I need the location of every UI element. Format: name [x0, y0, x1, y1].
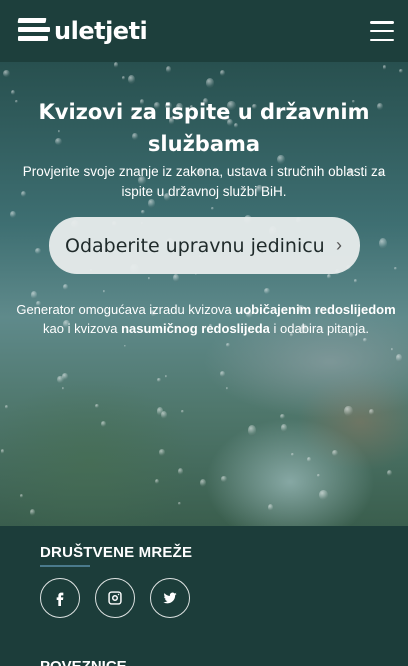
- hamburger-menu-icon[interactable]: [370, 21, 394, 41]
- instagram-icon[interactable]: [95, 578, 135, 618]
- social-links: [40, 578, 190, 618]
- note-text-1: Generator omogućava izradu kvizova: [16, 302, 236, 317]
- hero-title: Kvizovi za ispite u državnim službama: [38, 100, 370, 156]
- top-navbar: uletjeti: [0, 0, 408, 62]
- facebook-icon[interactable]: [40, 578, 80, 618]
- select-administrative-unit-button[interactable]: Odaberite upravnu jedinicu ›: [49, 217, 360, 274]
- logo-text: uletjeti: [54, 17, 148, 45]
- hero-note: Generator omogućava izradu kvizova uobič…: [6, 300, 406, 338]
- stacked-bars-logo-icon: [17, 18, 50, 44]
- select-button-label: Odaberite upravnu jedinicu: [65, 234, 325, 257]
- social-title: DRUŠTVENE MREŽE: [40, 544, 193, 561]
- chevron-right-icon: ›: [336, 235, 342, 255]
- note-text-2: kao i kvizova: [43, 321, 122, 336]
- twitter-icon[interactable]: [150, 578, 190, 618]
- footer: DRUŠTVENE MREŽE POVEZNICE: [0, 526, 408, 666]
- note-bold-1: uobičajenim redoslijedom: [235, 302, 396, 317]
- hero-subtitle: Provjerite svoje znanje iz zakona, ustav…: [22, 164, 386, 199]
- note-bold-2: nasumičnog redoslijeda: [121, 321, 270, 336]
- title-underline: [40, 565, 90, 567]
- links-title: POVEZNICE: [40, 658, 127, 666]
- note-text-3: i odabira pitanja.: [269, 321, 369, 336]
- site-logo[interactable]: uletjeti: [17, 17, 148, 45]
- hero-section: Kvizovi za ispite u državnim službama Pr…: [0, 62, 408, 526]
